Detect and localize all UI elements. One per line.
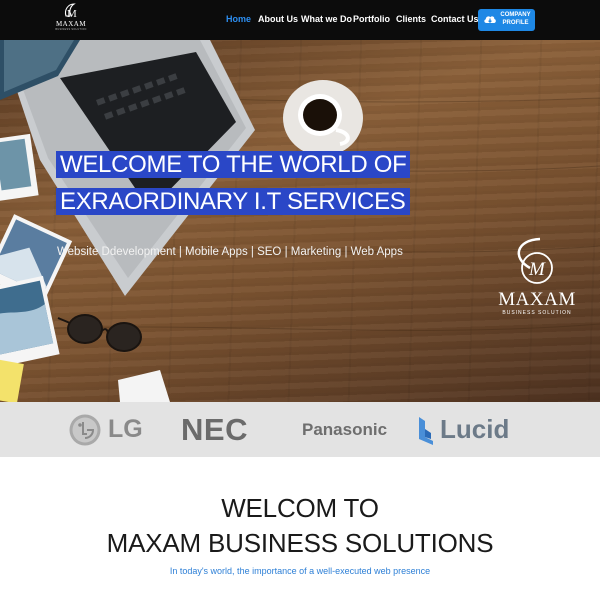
partner-name-panasonic: Panasonic: [302, 419, 388, 439]
maxam-logo[interactable]: M MAXAM BUSINESS SOLUTION: [53, 2, 89, 38]
nav-item-contact-us[interactable]: Contact Us: [431, 14, 479, 24]
lucid-mark-icon: [419, 416, 433, 445]
logo-wordmark: MAXAM: [55, 20, 87, 28]
sunglasses-illustration: [57, 314, 142, 352]
hero-background-illustration: M: [0, 40, 600, 402]
partner-logo-nec[interactable]: NEC: [181, 402, 248, 457]
hero-logo-subtext: BUSINESS SOLUTION: [502, 310, 572, 316]
welcome-heading-line2: MAXAM BUSINESS SOLUTIONS: [106, 528, 494, 558]
partner-name-lucid: Lucid: [440, 414, 510, 444]
top-navbar: M MAXAM BUSINESS SOLUTION Home About Us …: [0, 0, 600, 40]
welcome-tagline: In today's world, the importance of a we…: [169, 566, 431, 576]
lg-face-icon: [69, 414, 101, 445]
partner-logo-panasonic[interactable]: Panasonic: [302, 402, 387, 457]
hero-title-line1: WELCOME TO THE WORLD OF: [56, 150, 411, 180]
svg-text:M: M: [67, 8, 77, 20]
hero-services-subtitle: Website Ddevelopment | Mobile Apps | SEO…: [57, 246, 403, 258]
coffee-cup-illustration: [283, 80, 363, 156]
cloud-download-icon: [483, 13, 497, 31]
hero-maxam-logo: MAXAM BUSINESS SOLUTION: [497, 288, 577, 317]
nav-item-portfolio[interactable]: Portfolio: [353, 14, 390, 24]
hero-title-line2: EXRAORDINARY I.T SERVICES: [56, 187, 410, 217]
logo-subtext: BUSINESS SOLUTION: [55, 28, 87, 31]
welcome-section: WELCOM TO MAXAM BUSINESS SOLUTIONS In to…: [0, 457, 600, 600]
partner-logo-lucid[interactable]: Lucid: [417, 402, 509, 457]
partner-name-nec: NEC: [181, 411, 248, 447]
svg-text:M: M: [528, 259, 546, 280]
partner-logos-strip: LG NEC Panasonic Lucid: [0, 402, 600, 457]
welcome-heading-line1: WELCOM TO: [221, 493, 379, 523]
nav-item-about-us[interactable]: About Us: [258, 14, 298, 24]
partner-logo-lg[interactable]: LG: [68, 402, 143, 457]
hero-banner: M WELCOME TO THE WORLD OF EXRAORDINARY I…: [0, 40, 600, 402]
company-profile-button[interactable]: COMPANY PROFILE: [478, 9, 535, 31]
company-profile-label: COMPANY PROFILE: [498, 12, 533, 27]
company-profile-line2: PROFILE: [502, 19, 529, 26]
company-profile-line1: COMPANY: [500, 12, 531, 18]
nav-item-clients[interactable]: Clients: [396, 14, 426, 24]
nav-item-home[interactable]: Home: [226, 14, 251, 24]
nav-item-what-we-do[interactable]: What we Do: [301, 14, 352, 24]
partner-name-lg: LG: [108, 415, 143, 443]
maxam-logo-mark-icon: M: [64, 3, 77, 20]
hero-logo-wordmark: MAXAM: [498, 289, 576, 310]
hero-logo-mark: M: [517, 237, 553, 284]
